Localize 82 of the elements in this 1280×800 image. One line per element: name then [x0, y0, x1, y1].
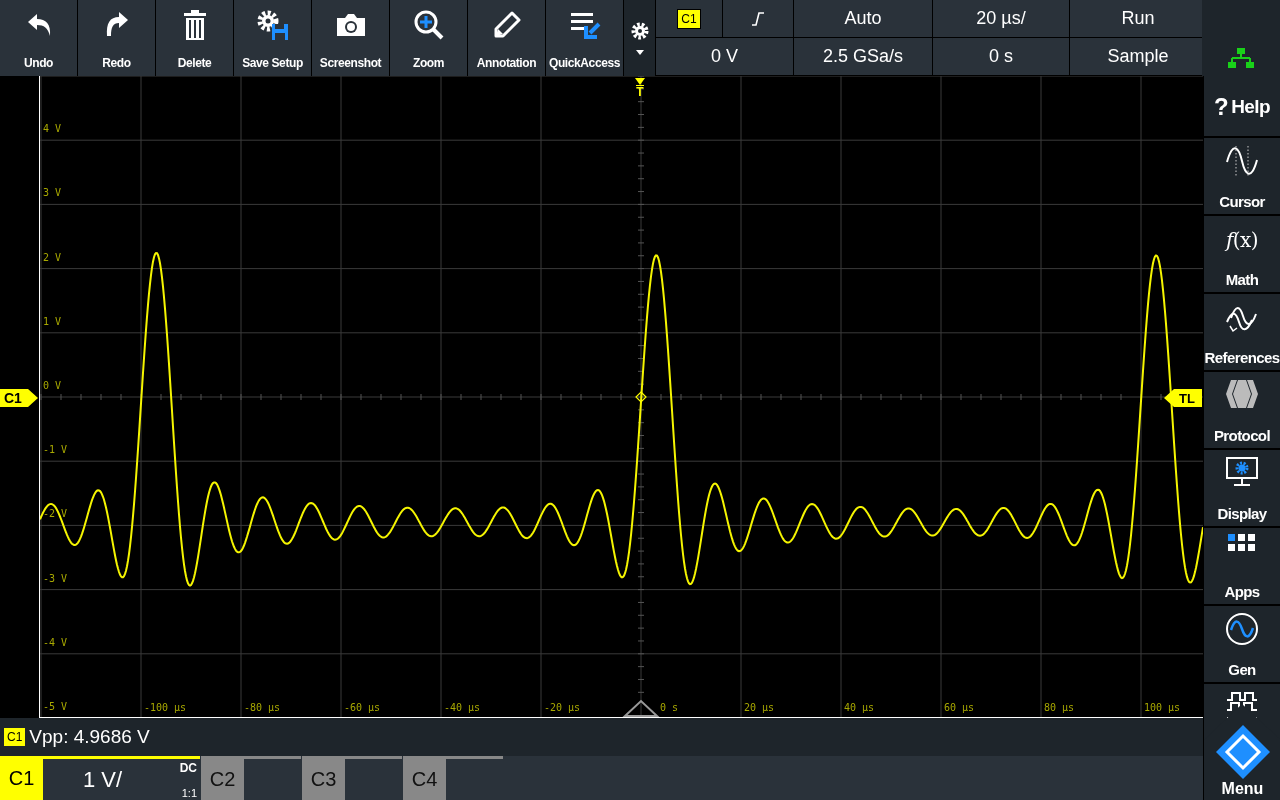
toolbar-button[interactable]: Redo: [78, 0, 155, 76]
time-label: 20 µs: [744, 702, 775, 713]
trigger-position-icon: [622, 699, 660, 717]
time-label: 100 µs: [1144, 702, 1181, 713]
sidebar-button[interactable]: Apps: [1204, 528, 1280, 604]
sidebar-button[interactable]: Protocol: [1204, 372, 1280, 448]
sidebar-button[interactable]: f(x) Math: [1204, 216, 1280, 292]
time-label: -80 µs: [244, 702, 281, 713]
voltage-label: -5 V: [43, 701, 68, 712]
toolbar-button[interactable]: Screenshot: [312, 0, 389, 76]
coupling-label: DC: [179, 761, 197, 775]
gear-floppy-icon: [255, 9, 290, 41]
sidebar-button[interactable]: Cursor: [1204, 138, 1280, 214]
settings-button[interactable]: [624, 0, 655, 76]
toolbar-button[interactable]: Delete: [156, 0, 233, 76]
channel-button[interactable]: C1 1 V/ DC 1:1: [0, 756, 200, 800]
sidebar-label: Display: [1217, 505, 1267, 522]
sidebar-label: Protocol: [1213, 427, 1270, 444]
caret-icon: [635, 49, 644, 55]
trash-icon: [181, 9, 208, 41]
toolbar-button[interactable]: Save Setup: [234, 0, 311, 76]
voltage-label: -2 V: [43, 508, 68, 520]
sample-rate[interactable]: 2.5 GSa/s: [794, 38, 932, 75]
voltage-label: 0 V: [43, 380, 62, 391]
network-icon: [1228, 48, 1254, 68]
diamond-logo-icon: [1214, 724, 1271, 780]
function-symbol: f(x): [1226, 228, 1258, 252]
camera-icon: [334, 12, 367, 38]
trigger-point-icon: [635, 391, 647, 403]
trigger-source-cell[interactable]: C1: [656, 0, 722, 37]
trigger-source: C1: [677, 8, 701, 29]
sine-circle-icon: [1225, 612, 1259, 646]
rising-edge-icon: [751, 10, 765, 27]
channel-button[interactable]: C4: [403, 756, 503, 800]
channel-scale: 1 V/: [83, 767, 123, 793]
help-button[interactable]: ?Help: [1204, 76, 1280, 136]
time-label: -60 µs: [344, 702, 381, 713]
sidebar-label: Apps: [1224, 583, 1260, 600]
voltage-label: 2 V: [43, 251, 62, 263]
probe-ratio: 1:1: [181, 787, 197, 799]
voltage-label: -4 V: [43, 636, 68, 648]
list-arrow-icon: [568, 10, 601, 40]
trigger-level-marker[interactable]: TL: [1164, 389, 1202, 407]
toolbar-button[interactable]: Annotation: [468, 0, 545, 76]
cursor-sine-icon: [1225, 144, 1259, 178]
measurement-source: C1: [4, 728, 26, 746]
zoom-icon: [412, 9, 445, 41]
sidebar-label: Cursor: [1219, 193, 1265, 210]
settings-icon: [630, 21, 649, 40]
timebase[interactable]: 20 µs/: [933, 0, 1069, 37]
apps-grid-icon: [1228, 534, 1256, 552]
measurement-value[interactable]: Vpp: 4.9686 V: [29, 726, 150, 748]
time-label: 40 µs: [844, 702, 875, 713]
voltage-label: -3 V: [43, 572, 68, 584]
trigger-level[interactable]: 0 V: [656, 38, 793, 75]
toolbar-button[interactable]: Undo: [0, 0, 77, 76]
toolbar-button[interactable]: QuickAccess: [546, 0, 623, 76]
channel-button[interactable]: C3: [302, 756, 402, 800]
trigger-mode[interactable]: Auto: [794, 0, 932, 37]
voltage-label: 4 V: [43, 123, 62, 135]
sidebar-button[interactable]: Display: [1204, 450, 1280, 526]
time-label: -40 µs: [444, 702, 481, 713]
time-label: 80 µs: [1044, 702, 1075, 713]
sidebar-label: Math: [1225, 271, 1259, 288]
toolbar-button[interactable]: Zoom: [390, 0, 467, 76]
channel-button[interactable]: C2: [201, 756, 301, 800]
sidebar-label: References: [1204, 349, 1280, 366]
sidebar-button[interactable]: Gen: [1204, 606, 1280, 682]
channel-marker[interactable]: C1: [0, 389, 38, 407]
voltage-label: 3 V: [43, 187, 62, 199]
time-label: 60 µs: [944, 702, 975, 713]
sidebar-label: Gen: [1228, 661, 1256, 678]
time-label: -100 µs: [144, 702, 187, 713]
monitor-gear-icon: [1225, 456, 1259, 488]
time-label: 0 s: [660, 702, 679, 713]
protocol-hexagons-icon: [1224, 378, 1260, 410]
time-label: -20 µs: [544, 702, 581, 713]
sidebar-button[interactable]: References: [1204, 294, 1280, 370]
voltage-label: -1 V: [43, 444, 68, 456]
voltage-label: 1 V: [43, 315, 62, 327]
time-position[interactable]: 0 s: [933, 38, 1069, 75]
trigger-slope-cell[interactable]: [723, 0, 793, 37]
